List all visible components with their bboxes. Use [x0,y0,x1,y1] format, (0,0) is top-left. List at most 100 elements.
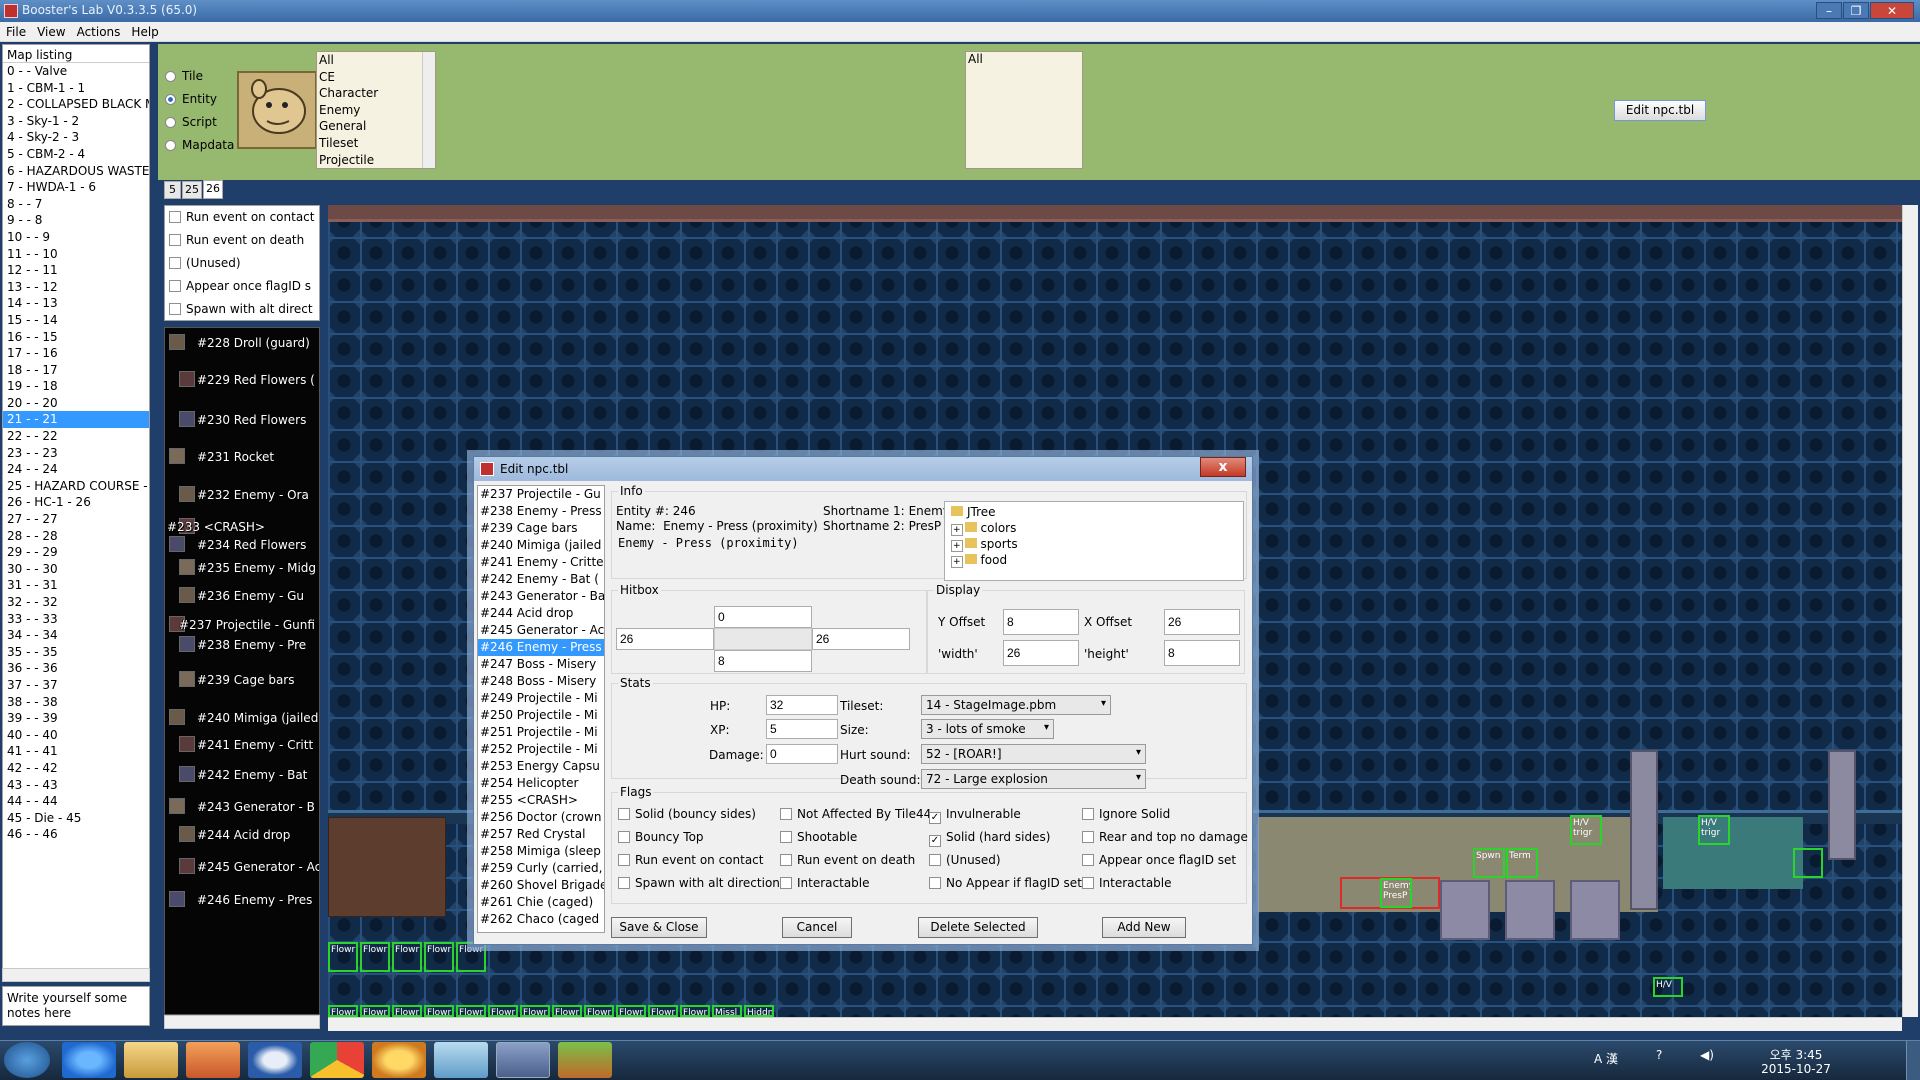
hitbox-bottom-input[interactable] [714,650,812,672]
map-list-item[interactable]: 41 - - 41 [3,743,149,760]
npc-list-item[interactable]: #243 Generator - Ba [478,588,604,605]
media-player-icon[interactable] [186,1042,240,1078]
checkbox-icon[interactable] [169,211,181,223]
npc-list-item[interactable]: #240 Mimiga (jailed [478,537,604,554]
flag-checkbox[interactable]: Run event on death [780,853,915,867]
entity-sprite[interactable] [179,858,195,874]
entity-palette-item[interactable]: #230 Red Flowers [197,413,306,427]
map-entity-item[interactable] [1793,848,1823,878]
boosters-lab-taskbar-icon[interactable] [496,1042,550,1078]
entity-palette-item[interactable]: #232 Enemy - Ora [197,488,309,502]
tree-root[interactable]: JTree [951,505,996,519]
maximize-button[interactable]: ❐ [1843,2,1869,19]
map-list-item[interactable]: 42 - - 42 [3,760,149,777]
category-scrollbar[interactable] [422,52,435,168]
x-offset-input[interactable] [1164,609,1240,635]
map-entity-flower[interactable]: Flowr [328,942,358,972]
entity-palette-item[interactable]: #231 Rocket [197,450,274,464]
map-entity-flower[interactable]: Flowr [616,1005,646,1017]
entity-sprite[interactable] [179,371,195,387]
npc-list-item[interactable]: #252 Projectile - Mi [478,741,604,758]
map-list-item[interactable]: 24 - - 24 [3,461,149,478]
menu-file[interactable]: File [0,22,31,39]
flag-checkbox[interactable]: Shootable [780,830,857,844]
entity-palette-item[interactable]: #245 Generator - Acid [197,860,319,874]
map-entity-flower[interactable]: Flowr [680,1005,710,1017]
map-entity-flower[interactable]: Flowr [392,942,422,972]
checkbox-checked-icon[interactable]: ✓ [929,812,941,824]
map-list-item[interactable]: 12 - - 11 [3,262,149,279]
map-entity-flower[interactable]: Flowr [392,1005,422,1017]
checkbox-icon[interactable] [169,257,181,269]
checkbox-checked-icon[interactable]: ✓ [929,835,941,847]
map-entity-flower[interactable]: Flowr [648,1005,678,1017]
npc-list-item[interactable]: #248 Boss - Misery [478,673,604,690]
entity-sprite[interactable] [179,486,195,502]
npc-list-item[interactable]: #242 Enemy - Bat ( [478,571,604,588]
mode-radio-entity[interactable]: Entity [165,92,217,106]
entity-sprite[interactable] [179,559,195,575]
map-list-item[interactable]: 11 - - 10 [3,246,149,263]
start-button-icon[interactable] [4,1042,50,1078]
flag-checkbox[interactable]: Appear once flagID set [1082,853,1236,867]
entity-palette-item[interactable]: #240 Mimiga (jailed [197,711,318,725]
map-list-item[interactable]: 2 - COLLAPSED BLACK M [3,96,149,113]
category-item[interactable]: CE [317,69,435,86]
checkbox-icon[interactable] [780,808,792,820]
checkbox-icon[interactable] [1082,808,1094,820]
map-entity-flower[interactable]: Flowr [520,1005,550,1017]
map-entity-hv-trigger-bottom[interactable]: H/V [1653,977,1683,997]
entity-sprite[interactable] [179,671,195,687]
map-list-item[interactable]: 19 - - 18 [3,378,149,395]
entity-palette-item[interactable]: #238 Enemy - Pre [197,638,306,652]
checkbox-icon[interactable] [929,854,941,866]
ime-indicator[interactable]: A 漢 [1594,1050,1618,1067]
entity-palette-hscrollbar[interactable] [164,1015,320,1029]
tree-node[interactable]: + sports [951,537,1018,552]
npc-list-item[interactable]: #256 Doctor (crown [478,809,604,826]
map-entity-hv-trigger[interactable]: H/V trigr [1570,815,1602,845]
entity-palette-item[interactable]: #243 Generator - B [197,800,315,814]
y-offset-input[interactable] [1003,609,1079,635]
help-icon[interactable]: ? [1656,1048,1662,1062]
entity-sprite[interactable] [169,448,185,464]
map-entity-flower[interactable]: Flowr [360,1005,390,1017]
flag-checkbox[interactable]: ✓ Solid (hard sides) [929,830,1050,847]
map-entity-flower[interactable]: Flowr [456,1005,486,1017]
map-entity-flower[interactable]: Flowr [424,942,454,972]
flag-checkbox[interactable]: Spawn with alt direction [618,876,780,890]
map-list-item[interactable]: 36 - - 36 [3,660,149,677]
entity-palette-item[interactable]: #228 Droll (guard) [197,336,310,350]
flag-checkbox[interactable]: Ignore Solid [1082,807,1170,821]
entity-sprite[interactable] [179,826,195,842]
subcategory-item[interactable]: All [966,52,1082,66]
map-list-item[interactable]: 9 - - 8 [3,212,149,229]
map-entity-flower[interactable]: Flowr [328,1005,358,1017]
map-entity-flower[interactable]: Hiddn [744,1005,774,1017]
entity-palette-item[interactable]: #241 Enemy - Critt [197,738,313,752]
tab-5[interactable]: 5 [164,181,181,199]
flag-checkbox[interactable]: Rear and top no damage [1082,830,1248,844]
category-list[interactable]: All CE Character Enemy General Tileset P… [316,51,436,169]
menu-actions[interactable]: Actions [71,22,126,39]
hitbox-left-input[interactable] [616,628,714,650]
map-list-item[interactable]: 20 - - 20 [3,395,149,412]
map-list-item[interactable]: 5 - CBM-2 - 4 [3,146,149,163]
map-list-item[interactable]: 44 - - 44 [3,793,149,810]
notes-textarea[interactable]: Write yourself some notes here [2,986,150,1026]
flag-checkbox[interactable]: No Appear if flagID set [929,876,1082,890]
notes-app-icon[interactable] [434,1042,488,1078]
damage-input[interactable] [766,744,838,764]
flag-checkbox[interactable]: Interactable [780,876,870,890]
xp-input[interactable] [766,719,838,739]
entity-palette-item[interactable]: #239 Cage bars [197,673,294,687]
flag-row[interactable]: Appear once flagID s [165,275,319,298]
checkbox-icon[interactable] [618,831,630,843]
checkbox-icon[interactable] [780,877,792,889]
map-entity-flower[interactable]: Flowr [456,942,486,972]
map-list-item[interactable]: 6 - HAZARDOUS WASTE [3,163,149,180]
map-list-item[interactable]: 0 - - Valve [3,63,149,80]
chrome-icon[interactable] [310,1042,364,1078]
dialog-close-button[interactable]: x [1200,457,1246,477]
death-sound-select[interactable]: 72 - Large explosion [921,769,1146,789]
